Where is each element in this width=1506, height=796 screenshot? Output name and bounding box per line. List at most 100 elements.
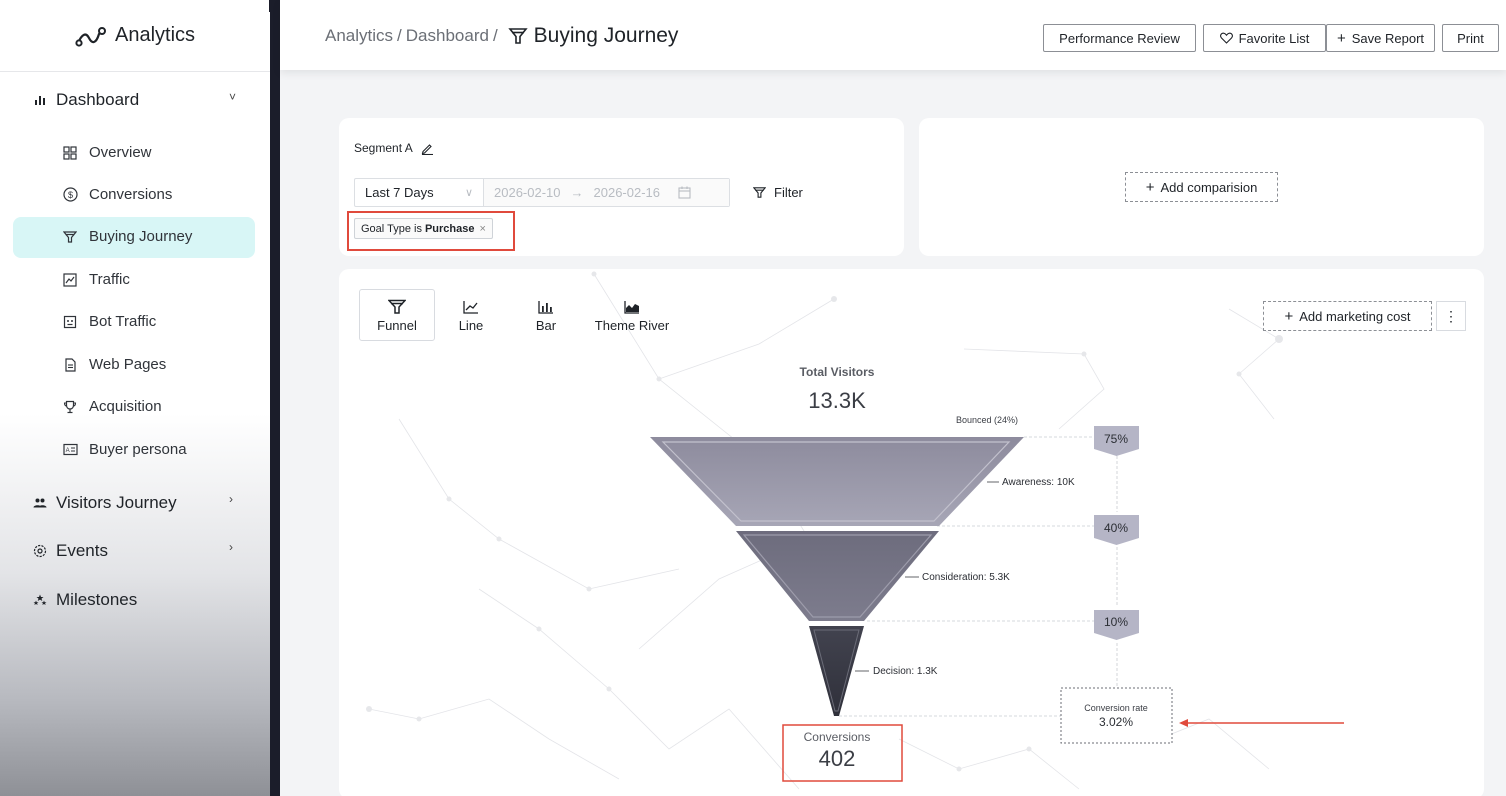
sidebar-item-label: Overview bbox=[89, 144, 152, 161]
robot-icon bbox=[62, 315, 78, 329]
sidebar-item-traffic[interactable]: Traffic bbox=[62, 271, 130, 288]
button-label: Filter bbox=[774, 185, 803, 200]
favorite-list-button[interactable]: Favorite List bbox=[1203, 24, 1326, 52]
rate-badge-value: 40% bbox=[1104, 521, 1128, 535]
funnel-stage-awareness[interactable] bbox=[650, 437, 1024, 526]
filter-chip[interactable]: Goal Type is Purchase × bbox=[354, 218, 493, 239]
funnel-icon bbox=[753, 186, 766, 199]
close-icon[interactable]: × bbox=[479, 223, 485, 235]
sidebar-item-label: Milestones bbox=[56, 590, 138, 609]
funnel-stage-awareness-shape[interactable] bbox=[650, 437, 1024, 526]
bounced-label: Bounced (24%) bbox=[956, 415, 1018, 425]
sidebar-item-bot-traffic[interactable]: Bot Traffic bbox=[62, 313, 156, 330]
button-label: Favorite List bbox=[1238, 30, 1310, 46]
edit-pencil-icon[interactable] bbox=[421, 142, 434, 155]
chevron-right-icon[interactable]: › bbox=[229, 492, 233, 506]
sidebar-item-dashboard[interactable]: Dashboard bbox=[32, 90, 139, 110]
button-label: Save Report bbox=[1351, 30, 1425, 46]
sidebar-item-label: Acquisition bbox=[89, 398, 162, 415]
breadcrumb: Analytics / Dashboard / Buying Journey bbox=[325, 24, 678, 48]
dollar-circle-icon: $ bbox=[62, 187, 78, 202]
total-visitors-label: Total Visitors bbox=[800, 365, 875, 379]
analytics-logo-icon bbox=[75, 26, 106, 47]
line-chart-icon bbox=[62, 272, 78, 287]
sidebar-item-buying-journey[interactable]: Buying Journey bbox=[62, 228, 192, 245]
annotation-arrow bbox=[1179, 719, 1344, 727]
sidebar-item-conversions[interactable]: $ Conversions bbox=[62, 186, 172, 203]
brand[interactable]: Analytics bbox=[0, 0, 270, 72]
total-visitors-value: 13.3K bbox=[808, 388, 866, 413]
segment-card: Segment A Last 7 Days ∨ 2026-02-10 → 202… bbox=[339, 118, 904, 256]
funnel-chart-card: Funnel Line Bar Theme River + Add market… bbox=[339, 269, 1484, 796]
sidebar-item-visitors-journey[interactable]: Visitors Journey bbox=[32, 493, 177, 513]
date-preset-select[interactable]: Last 7 Days ∨ bbox=[355, 179, 484, 206]
top-header: Analytics / Dashboard / Buying Journey P… bbox=[280, 0, 1506, 70]
date-range-input[interactable]: 2026-02-10 → 2026-02-16 bbox=[484, 179, 729, 206]
app-title: Analytics bbox=[114, 24, 196, 46]
breadcrumb-separator: / bbox=[397, 26, 402, 45]
sidebar-item-label: Web Pages bbox=[89, 356, 167, 373]
button-label: Add comparision bbox=[1160, 179, 1258, 195]
breadcrumb-dashboard[interactable]: Dashboard bbox=[406, 26, 489, 46]
heart-icon bbox=[1219, 32, 1233, 44]
chevron-right-icon[interactable]: › bbox=[229, 540, 233, 554]
conversions-summary: Conversions 402 bbox=[782, 724, 903, 782]
rate-badge-value: 10% bbox=[1104, 615, 1128, 629]
sidebar-item-overview[interactable]: Overview bbox=[62, 144, 152, 161]
sidebar-item-label: Traffic bbox=[89, 271, 130, 288]
chip-prefix: Goal Type is bbox=[361, 222, 422, 235]
funnel-stage-consideration-shape[interactable] bbox=[736, 531, 939, 621]
grid-icon bbox=[62, 145, 78, 160]
filter-button[interactable]: Filter bbox=[753, 185, 803, 200]
chip-value: Purchase bbox=[424, 222, 475, 235]
button-label: Performance Review bbox=[1059, 30, 1180, 46]
sidebar-divider[interactable] bbox=[269, 0, 280, 796]
add-comparison-button[interactable]: + Add comparision bbox=[1125, 172, 1278, 202]
sidebar-item-label: Bot Traffic bbox=[89, 313, 157, 330]
segment-title: Segment A bbox=[354, 141, 434, 155]
sidebar-item-web-pages[interactable]: Web Pages bbox=[62, 356, 166, 373]
sidebar-item-milestones[interactable]: Milestones bbox=[32, 590, 137, 610]
date-to[interactable]: 2026-02-16 bbox=[594, 185, 661, 200]
stage-label-decision: Decision: 1.3K bbox=[873, 666, 938, 677]
calendar-icon bbox=[678, 186, 691, 199]
milestone-stars-icon bbox=[32, 594, 48, 607]
sidebar-item-label: Dashboard bbox=[56, 90, 140, 109]
stage-label-consideration: Consideration: 5.3K bbox=[922, 572, 1010, 583]
users-icon bbox=[32, 497, 48, 509]
arrow-right-icon: → bbox=[570, 185, 584, 200]
performance-review-button[interactable]: Performance Review bbox=[1043, 24, 1196, 52]
conversion-rate-label: Conversion rate bbox=[1084, 703, 1148, 713]
comparison-card: + Add comparision bbox=[919, 118, 1484, 256]
save-report-button[interactable]: + Save Report bbox=[1326, 24, 1435, 52]
sidebar-item-acquisition[interactable]: Acquisition bbox=[62, 398, 162, 415]
sidebar-item-buyer-persona[interactable]: A Buyer persona bbox=[62, 441, 187, 458]
rate-badge-value: 75% bbox=[1104, 432, 1128, 446]
date-from[interactable]: 2026-02-10 bbox=[494, 185, 561, 200]
sidebar-item-label: Buying Journey bbox=[89, 228, 193, 245]
id-card-icon: A bbox=[62, 443, 78, 456]
chevron-down-icon[interactable]: ˅ bbox=[229, 90, 236, 104]
bar-chart-icon bbox=[32, 94, 48, 106]
sidebar-item-events[interactable]: Events bbox=[32, 541, 108, 561]
print-button[interactable]: Print bbox=[1442, 24, 1499, 52]
funnel-icon bbox=[62, 230, 78, 244]
date-preset-value: Last 7 Days bbox=[365, 185, 434, 200]
conversions-value: 402 bbox=[819, 746, 856, 771]
trophy-icon bbox=[62, 400, 78, 414]
stage-label-awareness: Awareness: 10K bbox=[1002, 477, 1075, 488]
conversion-rate-value: 3.02% bbox=[1099, 715, 1133, 729]
document-icon bbox=[62, 357, 78, 372]
page-title: Buying Journey bbox=[533, 24, 679, 47]
date-range-picker: Last 7 Days ∨ 2026-02-10 → 2026-02-16 bbox=[354, 178, 730, 207]
sidebar-item-label: Buyer persona bbox=[89, 441, 187, 458]
conversions-label: Conversions bbox=[804, 730, 871, 744]
funnel-stage-consideration[interactable] bbox=[736, 531, 939, 621]
sidebar-item-label: Events bbox=[56, 541, 108, 560]
breadcrumb-analytics[interactable]: Analytics bbox=[325, 26, 393, 46]
funnel-chart: Total Visitors 13.3K Bounced (24%) Aware… bbox=[650, 365, 1344, 782]
sidebar-item-label: Visitors Journey bbox=[56, 493, 177, 512]
svg-text:A: A bbox=[65, 448, 69, 454]
sidebar-item-label: Conversions bbox=[89, 186, 173, 203]
chevron-down-icon: ∨ bbox=[464, 187, 473, 199]
